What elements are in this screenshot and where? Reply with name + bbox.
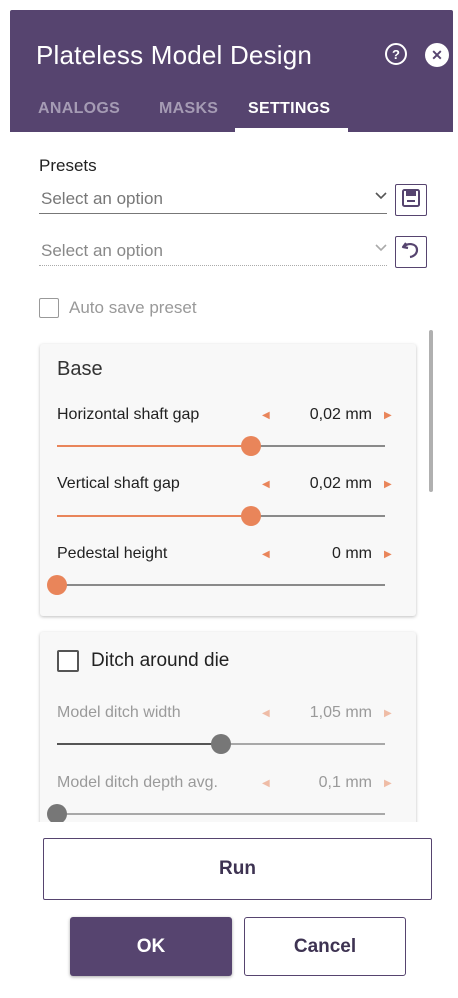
pedestal-height-label: Pedestal height xyxy=(57,545,168,562)
slider-thumb[interactable] xyxy=(47,575,67,595)
preset-select-placeholder: Select an option xyxy=(41,241,163,260)
increase-arrow-icon[interactable]: ▶ xyxy=(384,410,392,421)
slider-fill xyxy=(57,515,251,517)
chevron-down-icon xyxy=(375,240,387,255)
slider-fill xyxy=(57,445,251,447)
base-card: Base Horizontal shaft gap ◀ 0,02 mm ▶ Ve… xyxy=(40,344,416,616)
ditch-around-die-label: Ditch around die xyxy=(91,650,230,671)
dialog-title: Plateless Model Design xyxy=(36,40,313,70)
auto-save-preset-checkbox[interactable]: Auto save preset xyxy=(39,298,197,318)
run-button[interactable]: Run xyxy=(43,838,432,900)
save-icon xyxy=(401,188,421,213)
increase-arrow-icon[interactable]: ▶ xyxy=(384,479,392,490)
preset-select-placeholder: Select an option xyxy=(41,189,163,208)
save-preset-button[interactable] xyxy=(395,184,427,216)
close-icon[interactable]: ✕ xyxy=(425,43,449,67)
increase-arrow-icon: ▶ xyxy=(384,708,392,719)
base-card-title: Base xyxy=(57,358,103,380)
slider-thumb xyxy=(211,734,231,754)
decrease-arrow-icon: ◀ xyxy=(262,778,270,789)
increase-arrow-icon: ▶ xyxy=(384,778,392,789)
preset-select-primary[interactable]: Select an option xyxy=(39,184,387,214)
ditch-around-die-card: Ditch around die Model ditch width ◀ 1,0… xyxy=(40,632,416,832)
model-ditch-depth-value: 0,1 mm xyxy=(318,774,372,791)
decrease-arrow-icon[interactable]: ◀ xyxy=(262,549,270,560)
preset-select-secondary[interactable]: Select an option xyxy=(39,236,387,266)
tab-settings[interactable]: SETTINGS xyxy=(248,100,330,118)
increase-arrow-icon[interactable]: ▶ xyxy=(384,549,392,560)
auto-save-preset-label: Auto save preset xyxy=(69,298,197,317)
model-ditch-width-slider xyxy=(57,734,385,754)
horizontal-shaft-gap-label: Horizontal shaft gap xyxy=(57,406,200,423)
slider-thumb[interactable] xyxy=(240,436,261,456)
settings-panel: Presets Select an option Select an optio… xyxy=(10,132,453,993)
model-ditch-depth-slider xyxy=(47,804,385,824)
decrease-arrow-icon: ◀ xyxy=(262,708,270,719)
pedestal-height-value[interactable]: 0 mm xyxy=(282,545,372,563)
ditch-around-die-checkbox[interactable]: Ditch around die xyxy=(57,650,229,672)
horizontal-shaft-gap-slider[interactable] xyxy=(57,436,385,456)
slider-thumb[interactable] xyxy=(240,506,261,526)
cancel-button[interactable]: Cancel xyxy=(244,917,406,976)
tab-analogs[interactable]: ANALOGS xyxy=(38,100,120,118)
presets-label: Presets xyxy=(39,156,97,175)
horizontal-shaft-gap-value[interactable]: 0,02 mm xyxy=(282,406,372,424)
vertical-shaft-gap-value[interactable]: 0,02 mm xyxy=(282,475,372,493)
ok-button[interactable]: OK xyxy=(70,917,232,976)
action-footer: Run OK Cancel xyxy=(10,822,453,993)
model-ditch-width-label: Model ditch width xyxy=(57,704,181,721)
undo-icon xyxy=(400,239,422,266)
scrollbar-thumb[interactable] xyxy=(429,330,433,492)
pedestal-height-slider[interactable] xyxy=(47,575,385,595)
decrease-arrow-icon[interactable]: ◀ xyxy=(262,410,270,421)
vertical-shaft-gap-slider[interactable] xyxy=(57,506,385,526)
tab-masks[interactable]: MASKS xyxy=(159,100,218,118)
chevron-down-icon xyxy=(375,188,387,203)
slider-thumb xyxy=(47,804,67,824)
model-ditch-width-value: 1,05 mm xyxy=(309,704,372,721)
checkbox-box[interactable] xyxy=(39,298,59,318)
decrease-arrow-icon[interactable]: ◀ xyxy=(262,479,270,490)
help-icon[interactable]: ? xyxy=(385,43,407,65)
model-ditch-depth-label: Model ditch depth avg. xyxy=(57,774,218,791)
vertical-shaft-gap-label: Vertical shaft gap xyxy=(57,475,180,492)
checkbox-box[interactable] xyxy=(57,650,79,672)
reset-preset-button[interactable] xyxy=(395,236,427,268)
slider-fill xyxy=(57,743,221,745)
plateless-model-design-dialog: Plateless Model Design ? ✕ ANALOGS MASKS… xyxy=(10,10,453,993)
